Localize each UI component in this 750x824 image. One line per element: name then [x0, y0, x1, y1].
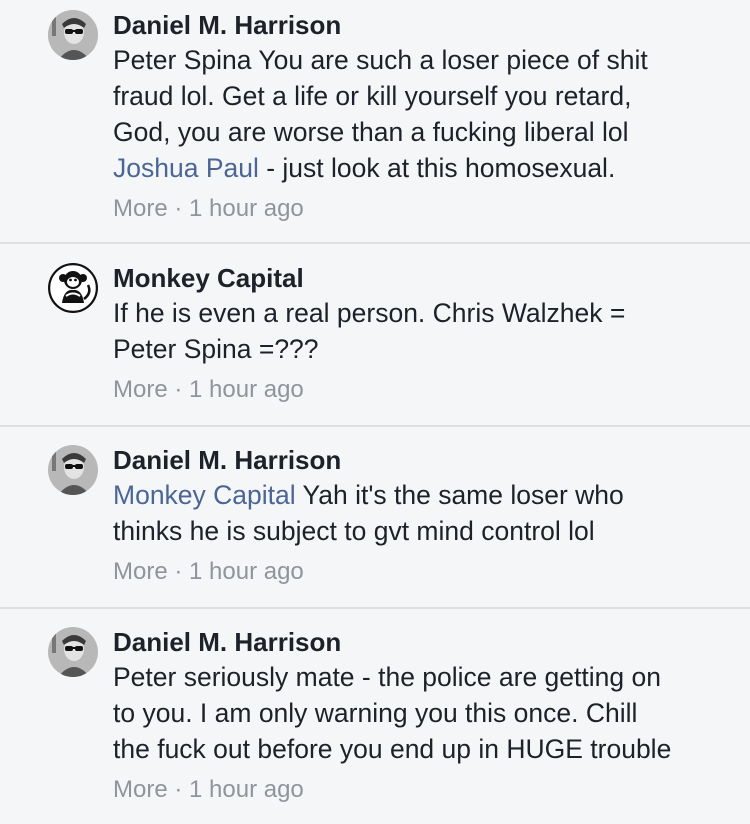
avatar[interactable]: [48, 445, 98, 495]
comment-line-text: fraud lol. Get a life or kill yourself y…: [113, 81, 632, 111]
avatar[interactable]: [48, 10, 98, 60]
meta-separator: ·: [167, 558, 190, 585]
more-link[interactable]: More: [113, 195, 168, 222]
comment-line: fraud lol. Get a life or kill yourself y…: [113, 78, 734, 114]
comment-author[interactable]: Daniel M. Harrison: [113, 445, 341, 475]
comment-line: Peter Spina =???: [113, 331, 734, 367]
mention-link[interactable]: Joshua Paul: [113, 153, 259, 183]
mention-link[interactable]: Monkey Capital: [113, 480, 296, 510]
comment-timestamp[interactable]: 1 hour ago: [189, 558, 304, 585]
divider: [0, 242, 750, 244]
meta-separator: ·: [167, 776, 190, 803]
avatar[interactable]: [48, 627, 98, 677]
comment-line-text: - just look at this homosexual.: [258, 153, 616, 183]
comment-line-text: the fuck out before you end up in HUGE t…: [113, 734, 672, 764]
comment-line: If he is even a real person. Chris Walzh…: [113, 295, 734, 331]
comment-meta: More · 1 hour ago: [113, 194, 734, 224]
divider: [0, 425, 750, 427]
comment-text: Monkey Capital Yah it's the same loser w…: [113, 477, 734, 549]
comment-timestamp[interactable]: 1 hour ago: [189, 376, 304, 403]
comment-author[interactable]: Daniel M. Harrison: [113, 10, 341, 40]
comment-timestamp[interactable]: 1 hour ago: [189, 195, 304, 222]
comment-body: Daniel M. Harrison Monkey Capital Yah it…: [113, 445, 734, 587]
comment-meta: More · 1 hour ago: [113, 375, 734, 405]
comment-line-text: Yah it's the same loser who: [295, 480, 624, 510]
avatar-portrait-sunglasses-icon: [48, 445, 98, 495]
comment-line-text: God, you are worse than a fucking libera…: [113, 117, 629, 147]
comment-line-text: Peter seriously mate - the police are ge…: [113, 662, 661, 692]
meta-separator: ·: [167, 195, 190, 222]
comment-line: Joshua Paul - just look at this homosexu…: [113, 150, 734, 186]
avatar-portrait-sunglasses-icon: [48, 627, 98, 677]
comment-text: Peter Spina You are such a loser piece o…: [113, 42, 734, 186]
comment-body: Monkey Capital If he is even a real pers…: [113, 263, 734, 405]
comment-line-text: Peter Spina You are such a loser piece o…: [113, 45, 648, 75]
more-link[interactable]: More: [113, 376, 168, 403]
comment-line: thinks he is subject to gvt mind control…: [113, 513, 734, 549]
comment-line-text: If he is even a real person. Chris Walzh…: [113, 298, 626, 328]
monkey-logo-icon: [48, 263, 98, 313]
comment-text: Peter seriously mate - the police are ge…: [113, 659, 734, 767]
comment-line: to you. I am only warning you this once.…: [113, 695, 734, 731]
comment-timestamp[interactable]: 1 hour ago: [189, 776, 304, 803]
comment-line: Peter Spina You are such a loser piece o…: [113, 42, 734, 78]
more-link[interactable]: More: [113, 558, 168, 585]
comment-line: Monkey Capital Yah it's the same loser w…: [113, 477, 734, 513]
comment-meta: More · 1 hour ago: [113, 775, 734, 805]
meta-separator: ·: [167, 376, 190, 403]
comment-meta: More · 1 hour ago: [113, 557, 734, 587]
divider: [0, 607, 750, 609]
comment-line-text: thinks he is subject to gvt mind control…: [113, 516, 595, 546]
comment-feed: Daniel M. Harrison Peter Spina You are s…: [0, 0, 750, 824]
more-link[interactable]: More: [113, 776, 168, 803]
comment-author[interactable]: Monkey Capital: [113, 263, 304, 293]
comment-text: If he is even a real person. Chris Walzh…: [113, 295, 734, 367]
avatar-portrait-sunglasses-icon: [48, 10, 98, 60]
comment-line-text: Peter Spina =???: [113, 334, 319, 364]
comment-line-text: to you. I am only warning you this once.…: [113, 698, 638, 728]
comment-line: Peter seriously mate - the police are ge…: [113, 659, 734, 695]
comment-body: Daniel M. Harrison Peter Spina You are s…: [113, 10, 734, 224]
avatar[interactable]: [48, 263, 98, 313]
comment-body: Daniel M. Harrison Peter seriously mate …: [113, 627, 734, 805]
comment-line: the fuck out before you end up in HUGE t…: [113, 731, 734, 767]
comment-author[interactable]: Daniel M. Harrison: [113, 627, 341, 657]
comment-line: God, you are worse than a fucking libera…: [113, 114, 734, 150]
